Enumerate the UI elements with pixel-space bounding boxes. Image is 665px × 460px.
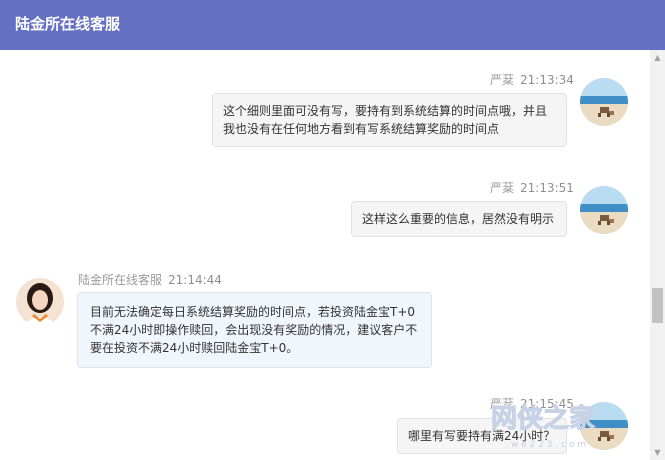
scroll-up-arrow-icon[interactable]: ▲ [650,50,665,65]
beach-avatar-icon [580,78,628,126]
vertical-scrollbar[interactable]: ▲ ▼ [650,50,665,460]
beach-avatar-icon [580,402,628,450]
message-line: 哪里有写要持有满24小时？ [408,429,556,443]
message-meta: 严棻 21:15:45 [490,396,574,412]
message-meta: 严棻 21:13:34 [490,72,574,88]
beach-avatar-icon [580,186,628,234]
message-bubble: 目前无法确定每日系统结算奖励的时间点，若投资陆金宝T+0 不满24小时即操作赎回… [77,292,432,368]
message-bubble: 这个细则里面可没有写，要持有到系统结算的时间点哦，并且 我也没有在任何地方看到有… [212,93,567,147]
message-bubble: 这样这么重要的信息，居然没有明示 [351,201,567,237]
message-line: 要在投资不满24小时赎回陆金宝T+0。 [90,341,299,355]
sender-name: 严棻 [490,397,515,411]
message-line: 这个细则里面可没有写，要持有到系统结算的时间点哦，并且 [223,104,548,118]
message-time: 21:14:44 [168,273,222,287]
message-line: 这样这么重要的信息，居然没有明示 [362,212,555,226]
message-time: 21:13:51 [520,181,574,195]
message-line: 我也没有在任何地方看到有写系统结算奖励的时间点 [223,122,500,136]
message-meta: 严棻 21:13:51 [490,180,574,196]
message-meta: 陆金所在线客服 21:14:44 [78,272,222,288]
message-line: 不满24小时即操作赎回，会出现没有奖励的情况，建议客户不 [90,323,418,337]
agent-avatar-icon [16,278,64,326]
scroll-down-arrow-icon[interactable]: ▼ [650,445,665,460]
scrollbar-thumb[interactable] [652,288,663,323]
sender-name: 严棻 [490,181,515,195]
message-time: 21:15:45 [520,397,574,411]
message-time: 21:13:34 [520,73,574,87]
sender-name: 陆金所在线客服 [78,273,163,287]
chat-message-list[interactable]: 严棻 21:13:34 这个细则里面可没有写，要持有到系统结算的时间点哦，并且 我… [0,50,650,460]
page-title: 陆金所在线客服 [15,15,121,33]
chat-header: 陆金所在线客服 [0,0,665,50]
message-line: 目前无法确定每日系统结算奖励的时间点，若投资陆金宝T+0 [90,305,416,319]
message-bubble: 哪里有写要持有满24小时？ [397,418,567,454]
sender-name: 严棻 [490,73,515,87]
